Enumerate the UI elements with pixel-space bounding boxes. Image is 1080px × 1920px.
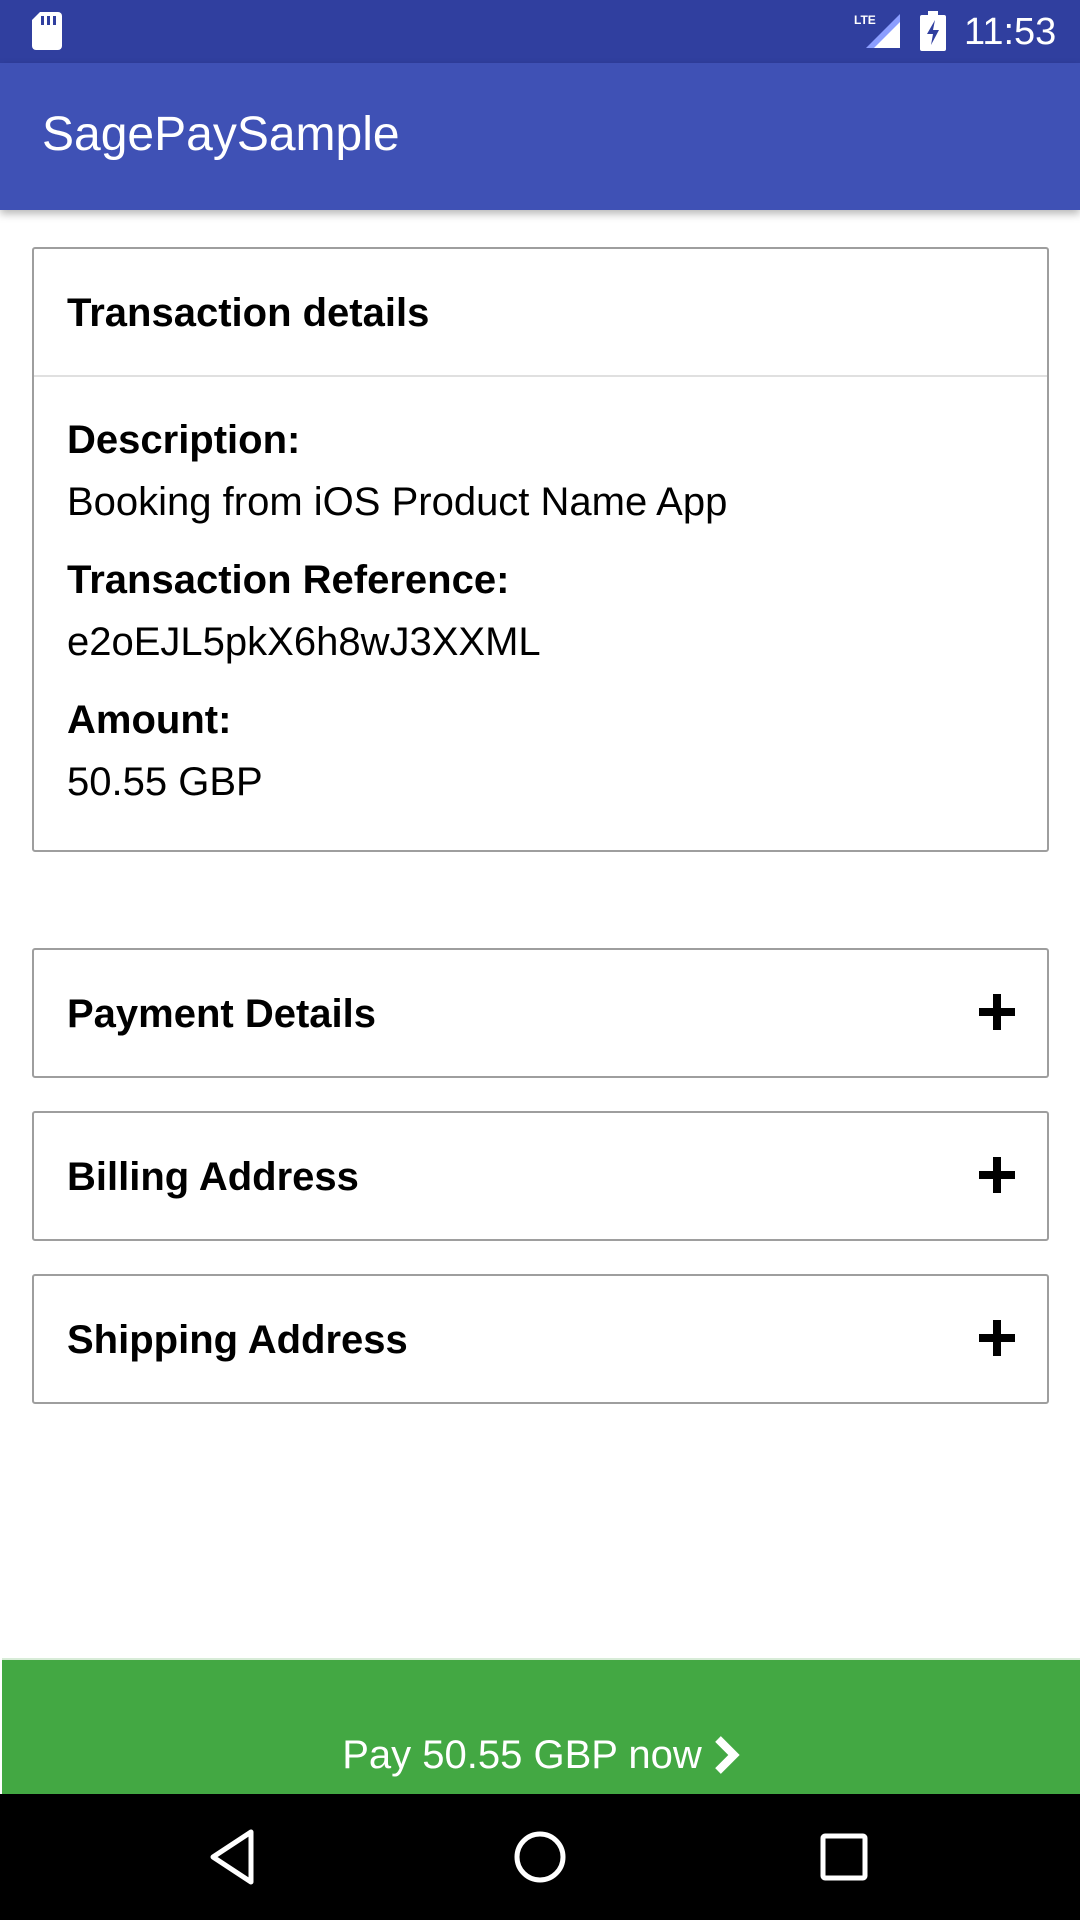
payment-details-section[interactable]: Payment Details [32,948,1049,1078]
payment-details-title: Payment Details [67,992,377,1036]
status-clock: 11:53 [964,11,1057,53]
pay-now-button[interactable]: Pay 50.55 GBP now [2,1658,1080,1794]
amount-label: Amount: [67,698,232,742]
sd-card-icon [32,12,62,50]
lte-signal-icon: LTE [854,13,900,48]
transaction-details-body: Description: Booking from iOS Product Na… [34,377,1047,807]
navigation-bar [0,1794,1080,1920]
app-bar: SagePaySample [0,63,1080,210]
transaction-details-card: Transaction details Description: Booking… [32,247,1049,852]
description-value: Booking from iOS Product Name App [67,480,728,524]
plus-icon[interactable] [979,994,1015,1030]
description-label: Description: [67,418,301,462]
battery-charging-icon [920,11,946,51]
pay-now-label: Pay 50.55 GBP now [342,1733,702,1778]
recents-icon[interactable] [811,1824,877,1890]
status-bar: LTE 11:53 [0,0,1080,63]
shipping-address-title: Shipping Address [67,1318,408,1362]
back-icon[interactable] [203,1824,269,1890]
amount-value: 50.55 GBP [67,760,263,804]
billing-address-section[interactable]: Billing Address [32,1111,1049,1241]
transaction-details-header: Transaction details [34,249,1047,377]
app-title: SagePaySample [42,108,400,161]
chevron-right-icon [714,1736,740,1775]
transaction-details-title: Transaction details [67,291,430,335]
transaction-reference-value: e2oEJL5pkX6h8wJ3XXML [67,620,541,664]
plus-icon[interactable] [979,1320,1015,1356]
transaction-reference-label: Transaction Reference: [67,558,510,602]
network-label: LTE [854,13,876,27]
pay-now-content: Pay 50.55 GBP now [2,1728,1080,1780]
plus-icon[interactable] [979,1157,1015,1193]
shipping-address-section[interactable]: Shipping Address [32,1274,1049,1404]
billing-address-title: Billing Address [67,1155,359,1199]
home-icon[interactable] [507,1824,573,1890]
